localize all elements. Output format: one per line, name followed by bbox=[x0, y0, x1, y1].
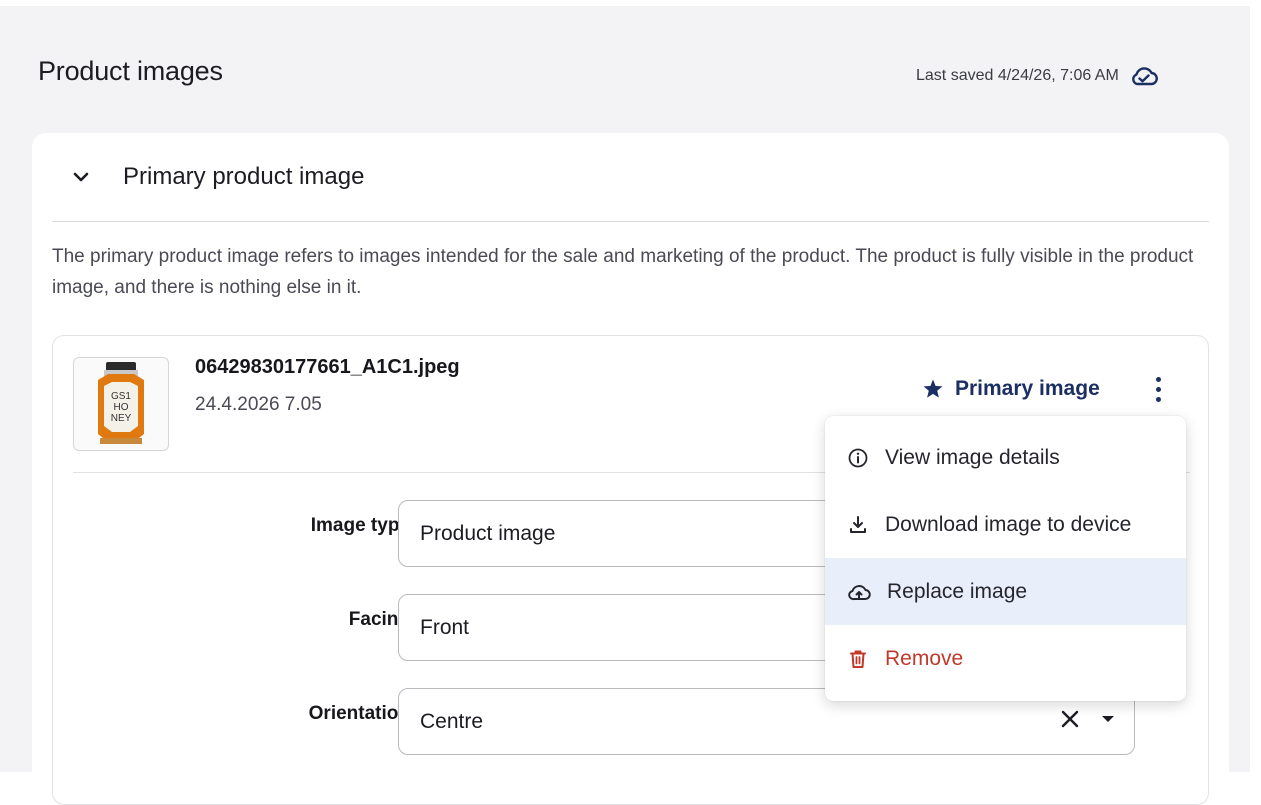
thumbnail-text-3: NEY bbox=[111, 413, 132, 424]
file-date: 24.4.2026 7.05 bbox=[195, 394, 322, 415]
info-icon bbox=[848, 448, 868, 467]
orientation-controls bbox=[1060, 709, 1116, 729]
star-icon bbox=[923, 379, 943, 398]
image-options-menu: View image details Download image to dev… bbox=[825, 416, 1186, 701]
cloud-saved-icon bbox=[1129, 65, 1159, 87]
product-thumbnail[interactable]: GS1 HO NEY bbox=[73, 357, 169, 451]
menu-item-view-details[interactable]: View image details bbox=[825, 424, 1186, 491]
menu-item-replace-label: Replace image bbox=[887, 579, 1028, 603]
menu-item-remove-label: Remove bbox=[885, 646, 964, 670]
trash-icon bbox=[850, 650, 866, 668]
menu-item-download[interactable]: Download image to device bbox=[825, 491, 1186, 558]
chevron-down-icon[interactable] bbox=[70, 166, 92, 188]
menu-item-view-details-label: View image details bbox=[885, 445, 1060, 469]
menu-item-replace[interactable]: Replace image bbox=[825, 558, 1186, 625]
menu-item-download-label: Download image to device bbox=[885, 512, 1132, 536]
cloud-upload-icon bbox=[848, 584, 871, 600]
facing-label: Facing bbox=[348, 609, 410, 630]
page-title: Product images bbox=[38, 56, 223, 86]
section-title: Primary product image bbox=[123, 163, 365, 190]
image-type-label: Image type bbox=[310, 515, 410, 536]
section-description: The primary product image refers to imag… bbox=[52, 246, 1194, 298]
section-header[interactable]: Primary product image bbox=[52, 133, 1209, 222]
primary-image-badge: Primary image bbox=[921, 375, 1100, 403]
thumbnail-text-2: HO bbox=[114, 402, 129, 413]
primary-image-label: Primary image bbox=[955, 377, 1100, 400]
honey-jar-image: GS1 HO NEY bbox=[98, 362, 144, 444]
dropdown-arrow-icon[interactable] bbox=[1100, 711, 1116, 727]
last-saved-status: Last saved 4/24/26, 7:06 AM bbox=[916, 65, 1159, 87]
file-name: 06429830177661_A1C1.jpeg bbox=[195, 356, 460, 378]
clear-icon[interactable] bbox=[1060, 709, 1080, 729]
orientation-value: Centre bbox=[420, 709, 484, 733]
thumbnail-text-1: GS1 bbox=[111, 391, 131, 402]
image-type-value: Product image bbox=[420, 521, 556, 545]
last-saved-text: Last saved 4/24/26, 7:06 AM bbox=[916, 67, 1119, 84]
download-icon bbox=[850, 515, 866, 533]
facing-value: Front bbox=[420, 615, 470, 639]
orientation-label: Orientation bbox=[308, 703, 410, 724]
menu-item-remove[interactable]: Remove bbox=[825, 625, 1186, 692]
more-options-icon[interactable] bbox=[1145, 374, 1171, 404]
